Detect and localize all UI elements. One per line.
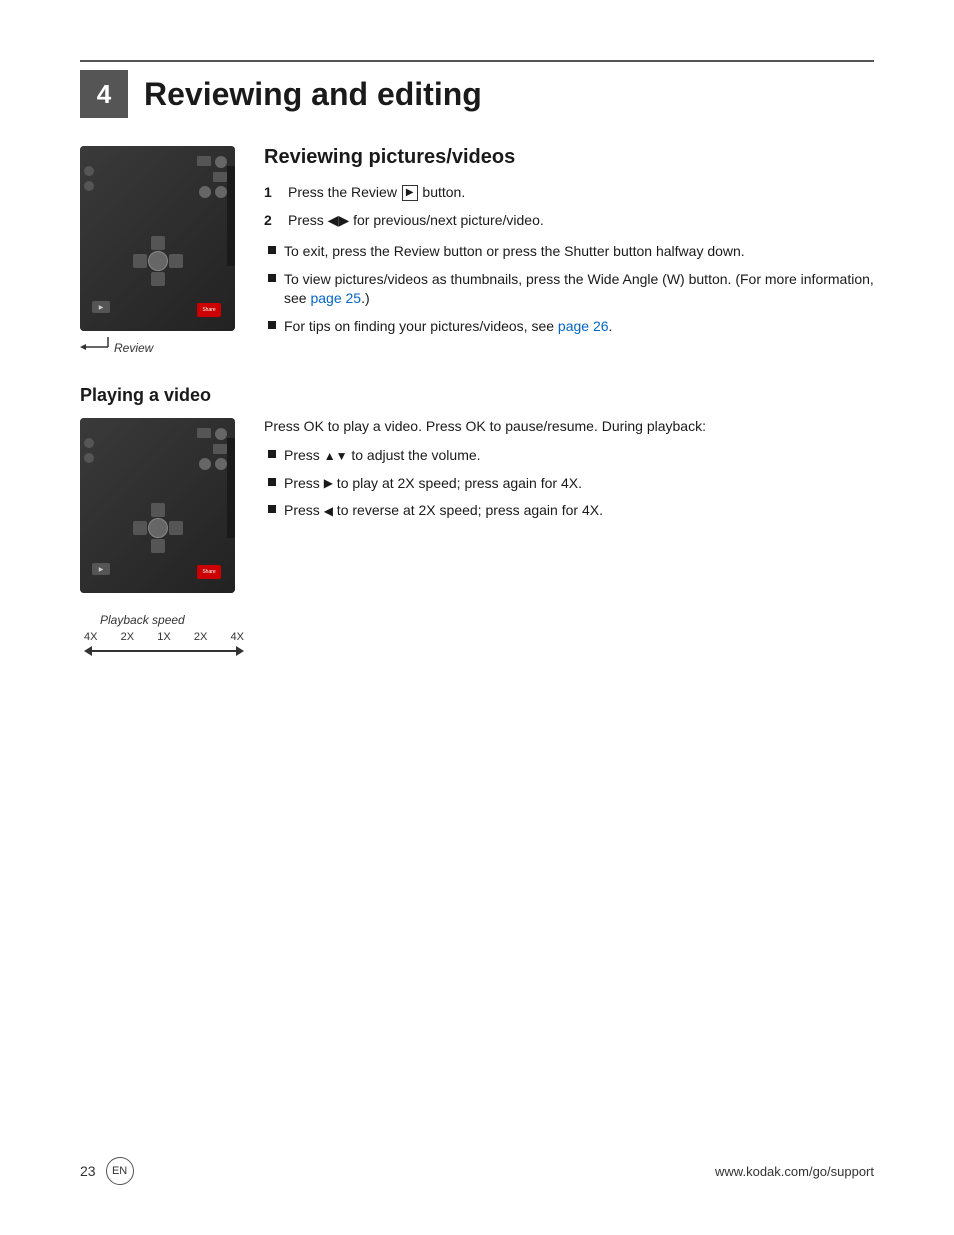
camera-image-video: ▶ Share	[80, 418, 235, 593]
bullet-2: To view pictures/videos as thumbnails, p…	[264, 270, 874, 309]
chapter-title: Reviewing and editing	[144, 76, 482, 113]
step-2: 2 Press ◀▶ for previous/next picture/vid…	[264, 211, 874, 231]
section-playing-video: Playing a video	[80, 385, 874, 657]
bullet-icon-1	[268, 246, 276, 254]
speed-1x: 1X	[157, 631, 170, 643]
section-reviewing: ▶ Share Review	[80, 146, 874, 355]
video-text-col: Press OK to play a video. Press OK to pa…	[264, 418, 874, 657]
playback-speed-label: Playback speed	[100, 613, 185, 627]
review-callout: Review	[80, 335, 240, 355]
bullet-icon-3	[268, 321, 276, 329]
step1-text: Press the Review ▶ button.	[288, 183, 465, 203]
step2-text: Press ◀▶ for previous/next picture/video…	[288, 211, 544, 231]
video-bullet-1: Press ▲▼ to adjust the volume.	[264, 446, 874, 466]
section2-bullets: Press ▲▼ to adjust the volume. Press ▶ t…	[264, 446, 874, 521]
bullet3-text: For tips on finding your pictures/videos…	[284, 317, 612, 337]
bullet-icon-2	[268, 274, 276, 282]
page-number: 23	[80, 1163, 96, 1179]
callout-arrow-icon	[80, 335, 110, 355]
video-intro: Press OK to play a video. Press OK to pa…	[264, 418, 874, 434]
bullet1-text: To exit, press the Review button or pres…	[284, 242, 745, 262]
step-1: 1 Press the Review ▶ button.	[264, 183, 874, 203]
review-button-indicator-2: ▶	[92, 563, 110, 575]
link-page26[interactable]: page 26	[558, 318, 609, 334]
page-footer: 23 EN www.kodak.com/go/support	[80, 1157, 874, 1185]
video-intro-text: Press OK to play a video. Press OK to pa…	[264, 418, 706, 434]
step2-num: 2	[264, 211, 280, 231]
video-bullet-icon-2	[268, 478, 276, 486]
link-page25[interactable]: page 25	[310, 290, 361, 306]
section2-title: Playing a video	[80, 385, 874, 406]
video-bullet-3: Press ◀ to reverse at 2X speed; press ag…	[264, 501, 874, 521]
speed-2x-left: 2X	[121, 631, 134, 643]
video-bullet2-text: Press ▶ to play at 2X speed; press again…	[284, 474, 582, 494]
video-content: ▶ Share Playback speed 4X 2X 1X	[80, 418, 874, 657]
review-button-indicator: ▶	[92, 301, 110, 313]
section1-image-col: ▶ Share Review	[80, 146, 240, 355]
section1-bullets: To exit, press the Review button or pres…	[264, 242, 874, 336]
video-bullet3-text: Press ◀ to reverse at 2X speed; press ag…	[284, 501, 603, 521]
playback-speed-diagram: Playback speed 4X 2X 1X 2X 4X	[80, 613, 240, 657]
video-bullet-icon-1	[268, 450, 276, 458]
steps-list: 1 Press the Review ▶ button. 2 Press ◀▶ …	[264, 183, 874, 230]
bullet-3: For tips on finding your pictures/videos…	[264, 317, 874, 337]
section1-title: Reviewing pictures/videos	[264, 146, 874, 169]
video-bullet1-text: Press ▲▼ to adjust the volume.	[284, 446, 481, 466]
video-image-col: ▶ Share Playback speed 4X 2X 1X	[80, 418, 240, 657]
speed-4x-right: 4X	[231, 631, 244, 643]
page-container: 4 Reviewing and editing	[0, 0, 954, 1235]
video-bullet-2: Press ▶ to play at 2X speed; press again…	[264, 474, 874, 494]
bullet-1: To exit, press the Review button or pres…	[264, 242, 874, 262]
chapter-number: 4	[80, 70, 128, 118]
footer-url: www.kodak.com/go/support	[715, 1164, 874, 1179]
speed-2x-right: 2X	[194, 631, 207, 643]
video-bullet-icon-3	[268, 505, 276, 513]
camera-image-review: ▶ Share	[80, 146, 235, 331]
up-down-arrow-icon: ▲▼	[324, 448, 348, 465]
section1-text-col: Reviewing pictures/videos 1 Press the Re…	[264, 146, 874, 355]
speed-arrow-row	[84, 645, 244, 657]
chapter-header: 4 Reviewing and editing	[80, 60, 874, 118]
bullet2-text: To view pictures/videos as thumbnails, p…	[284, 270, 874, 309]
review-icon: ▶	[402, 185, 418, 201]
en-badge: EN	[106, 1157, 134, 1185]
step1-num: 1	[264, 183, 280, 203]
speed-labels: 4X 2X 1X 2X 4X	[84, 631, 244, 643]
right-arrow-icon: ▶	[324, 475, 333, 492]
left-arrow-icon: ◀	[324, 503, 333, 520]
review-caption: Review	[114, 341, 153, 355]
footer-left: 23 EN	[80, 1157, 134, 1185]
speed-4x-left: 4X	[84, 631, 97, 643]
